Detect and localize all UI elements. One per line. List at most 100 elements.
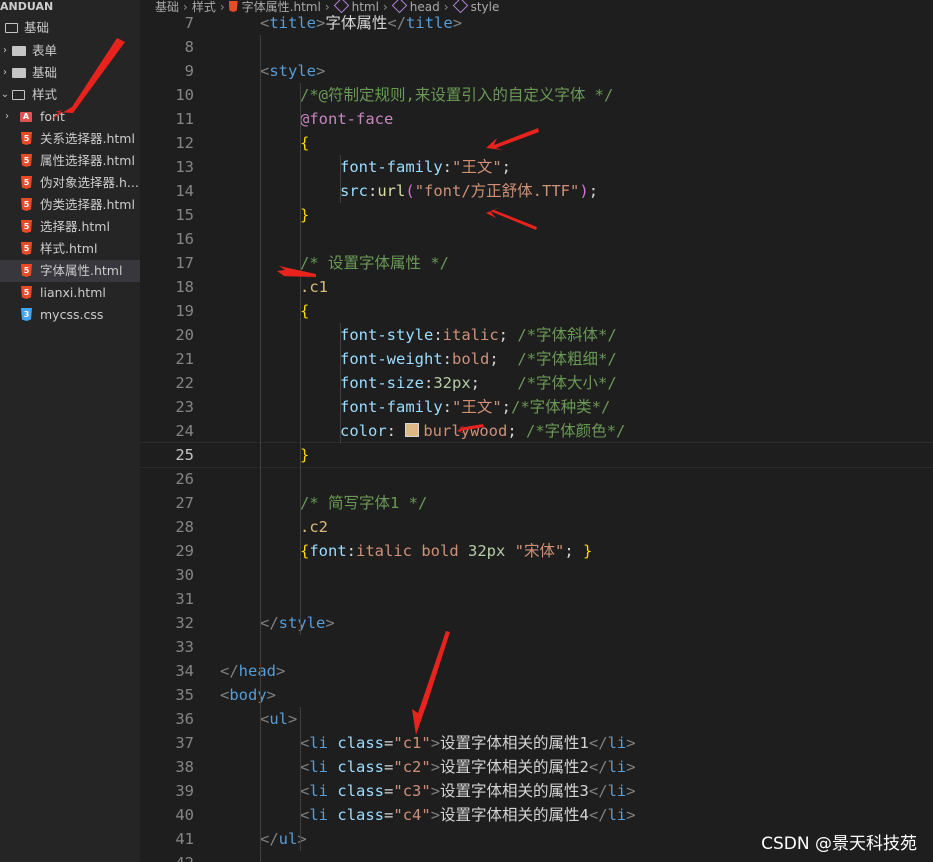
code-line[interactable]: 39 <li class="c3">设置字体相关的属性3</li> — [140, 779, 933, 803]
line-number: 21 — [175, 350, 194, 368]
code-line[interactable]: 17 /* 设置字体属性 */ — [140, 251, 933, 275]
code-line[interactable]: 34 </head> — [140, 659, 933, 683]
code-line[interactable]: 30 — [140, 563, 933, 587]
code-line[interactable]: 40 <li class="c4">设置字体相关的属性4</li> — [140, 803, 933, 827]
code-line[interactable]: 7 <title>字体属性</title> — [140, 15, 933, 35]
code-line[interactable]: 20 font-style:italic; /*字体斜体*/ — [140, 323, 933, 347]
html5-file-icon: 5 — [21, 264, 32, 277]
code-token: </ — [588, 806, 608, 824]
explorer-item[interactable]: 3 mycss.css — [0, 304, 140, 326]
code-line[interactable]: 37 <li class="c1">设置字体相关的属性1</li> — [140, 731, 933, 755]
code-text: .c2 — [300, 515, 328, 539]
explorer-item[interactable]: › Afont — [0, 106, 140, 128]
code-token: </ — [588, 782, 608, 800]
line-number: 10 — [175, 86, 194, 104]
explorer-item[interactable]: 5 伪对象选择器.h... — [0, 172, 140, 194]
code-token: style — [278, 614, 326, 632]
code-token: /*字体斜体*/ — [517, 326, 617, 344]
code-token: ) — [579, 182, 589, 200]
code-line[interactable]: 33 — [140, 635, 933, 659]
line-number: 11 — [175, 110, 194, 128]
explorer-item-label: 关系选择器.html — [40, 131, 135, 146]
explorer-item-label: 伪类选择器.html — [40, 197, 135, 212]
code-line[interactable]: 26 — [140, 467, 933, 491]
code-text: { — [300, 299, 309, 323]
explorer-item[interactable]: › 基础 — [0, 62, 140, 84]
explorer-item[interactable]: 5 样式.html — [0, 238, 140, 260]
explorer-item[interactable]: 5 lianxi.html — [0, 282, 140, 304]
chevron-right-icon[interactable]: › — [0, 40, 10, 62]
code-token: font-style — [340, 326, 434, 344]
code-line[interactable]: 12 { — [140, 131, 933, 155]
breadcrumb-item-symbol[interactable]: head — [410, 0, 440, 15]
color-swatch[interactable] — [405, 423, 420, 437]
code-line[interactable]: 29 {font:italic bold 32px "宋体"; } — [140, 539, 933, 563]
line-number: 14 — [175, 182, 194, 200]
code-line[interactable]: 18 .c1 — [140, 275, 933, 299]
code-line[interactable]: 8 — [140, 35, 933, 59]
explorer-item[interactable]: ⌄ 样式 — [0, 84, 140, 106]
code-line[interactable]: 25} — [140, 442, 933, 468]
chevron-down-icon[interactable]: ⌄ — [0, 84, 10, 106]
code-line[interactable]: 21 font-weight:bold; /*字体粗细*/ — [140, 347, 933, 371]
code-line[interactable]: 31 — [140, 587, 933, 611]
breadcrumb-item-folder[interactable]: 基础 — [155, 0, 179, 15]
code-token: "c3" — [393, 782, 431, 800]
code-token: ; — [470, 374, 518, 392]
code-text: <body> — [220, 683, 276, 707]
code-line[interactable]: 11 @font-face — [140, 107, 933, 131]
code-line[interactable]: 22 font-size:32px; /*字体大小*/ — [140, 371, 933, 395]
code-line[interactable]: 23 font-family:"王文";/*字体种类*/ — [140, 395, 933, 419]
code-line[interactable]: 38 <li class="c2">设置字体相关的属性2</li> — [140, 755, 933, 779]
code-line[interactable]: 10 /*@符制定规则,来设置引入的自定义字体 */ — [140, 83, 933, 107]
code-line[interactable]: 16 — [140, 227, 933, 251]
code-token: </ — [588, 758, 608, 776]
code-line[interactable]: 15} — [140, 203, 933, 227]
code-token: { — [300, 542, 310, 560]
code-line[interactable]: 36 <ul> — [140, 707, 933, 731]
explorer-item[interactable]: 5 伪类选择器.html — [0, 194, 140, 216]
indent-guide — [300, 707, 301, 851]
code-token: font-family — [340, 158, 443, 176]
code-token: : — [346, 542, 357, 560]
explorer-item[interactable]: 5 属性选择器.html — [0, 150, 140, 172]
breadcrumb-item-folder[interactable]: 样式 — [192, 0, 216, 15]
explorer-item[interactable]: 5 关系选择器.html — [0, 128, 140, 150]
breadcrumb-item-symbol[interactable]: style — [471, 0, 500, 15]
code-token: < — [300, 758, 310, 776]
code-line[interactable]: 32 </style> — [140, 611, 933, 635]
code-token: : — [442, 158, 452, 176]
code-text: font-size:32px; /*字体大小*/ — [340, 371, 617, 395]
code-text: .c1 — [300, 275, 328, 299]
code-line[interactable]: 28 .c2 — [140, 515, 933, 539]
explorer-item[interactable]: 5 字体属性.html — [0, 260, 140, 282]
chevron-right-icon[interactable]: › — [2, 106, 12, 128]
code-line[interactable]: 19 { — [140, 299, 933, 323]
line-number: 16 — [175, 230, 194, 248]
chevron-right-icon[interactable]: › — [0, 62, 10, 84]
line-number: 7 — [184, 15, 194, 32]
code-editor[interactable]: 7 <title>字体属性</title> 8 9 <style> 10/*@符制定规则,… — [140, 15, 933, 862]
explorer-item[interactable]: 基础 — [0, 17, 140, 39]
explorer-item-label: 伪对象选择器.h... — [40, 175, 139, 190]
code-line[interactable]: 9 <style> — [140, 59, 933, 83]
code-token: /* 设置字体属性 */ — [300, 254, 449, 272]
code-line[interactable]: 13 font-family:"王文"; — [140, 155, 933, 179]
code-line[interactable]: 14 src:url("font/方正舒体.TTF"); — [140, 179, 933, 203]
breadcrumb-item-file[interactable]: 字体属性.html — [242, 0, 321, 15]
symbol-element-icon — [452, 0, 468, 14]
code-line[interactable]: 35 <body> — [140, 683, 933, 707]
code-token: ; — [588, 182, 599, 200]
line-number: 19 — [175, 302, 194, 320]
indent-guide — [340, 155, 341, 203]
code-line[interactable]: 24 color: burlywood; /*字体颜色*/ — [140, 419, 933, 443]
explorer-item[interactable]: › 表单 — [0, 40, 140, 62]
code-token: ; — [564, 542, 584, 560]
breadcrumb-item-symbol[interactable]: html — [352, 0, 379, 15]
code-line[interactable]: 27 /* 简写字体1 */ — [140, 491, 933, 515]
line-number: 17 — [175, 254, 194, 272]
explorer-item[interactable]: 5 选择器.html — [0, 216, 140, 238]
code-token: : — [433, 326, 443, 344]
code-token: /*字体种类*/ — [511, 398, 611, 416]
